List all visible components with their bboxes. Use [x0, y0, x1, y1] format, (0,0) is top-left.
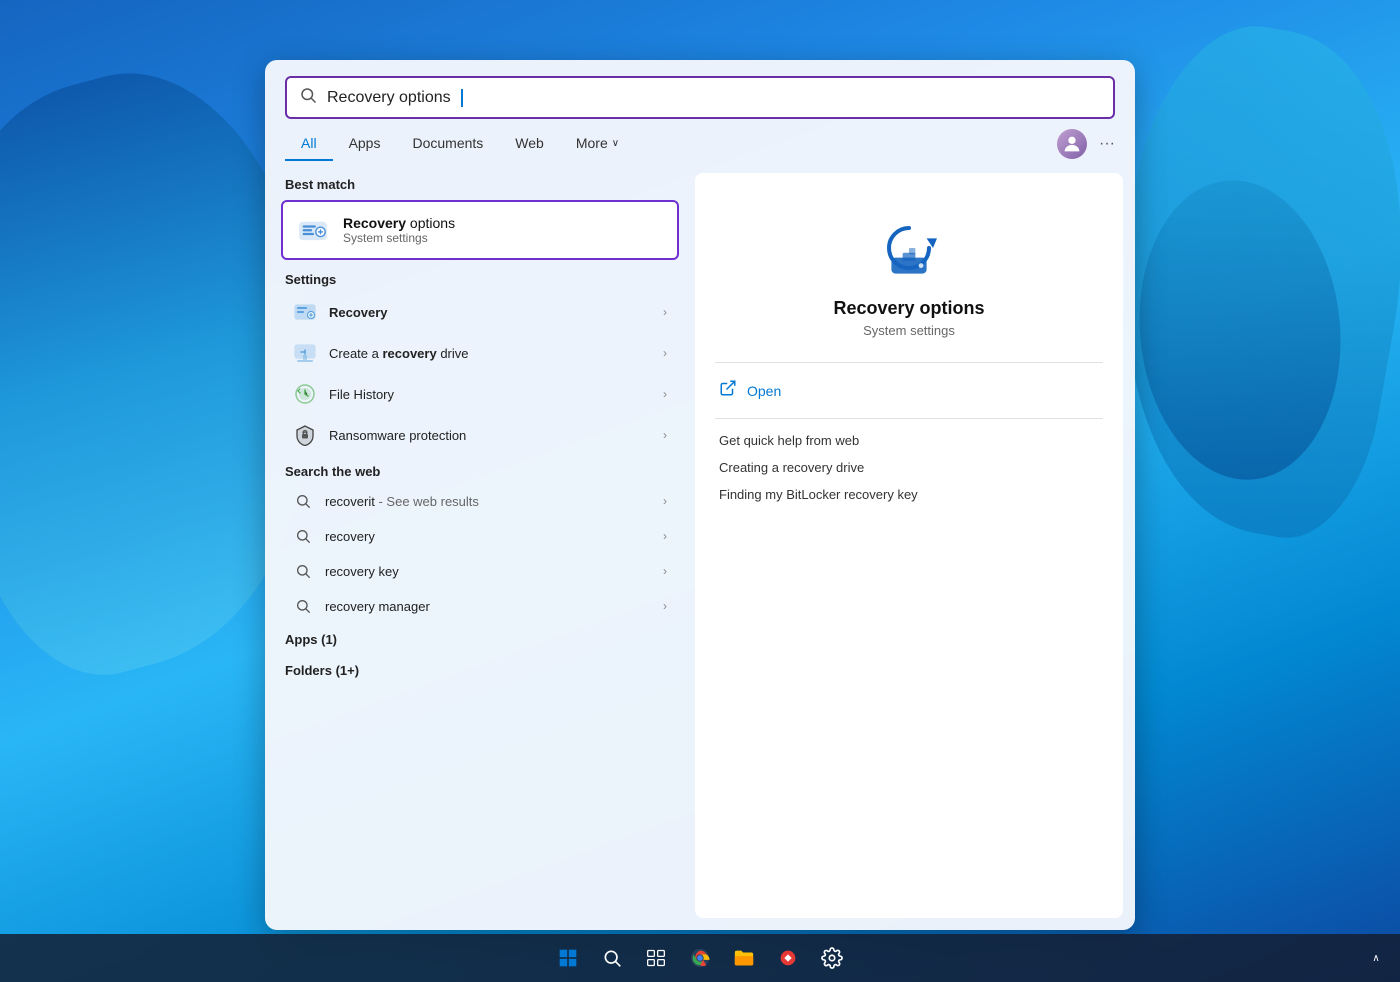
file-explorer-button[interactable]: [724, 938, 764, 978]
show-hidden-icons-button[interactable]: ∧: [1368, 950, 1384, 966]
chevron-right-icon-4: ›: [663, 428, 667, 442]
recovery-large-icon: [869, 213, 949, 288]
result-item-create-recovery[interactable]: Create a recovery drive ›: [281, 333, 679, 373]
right-panel: Recovery options System settings Open Ge…: [695, 173, 1123, 918]
web-search-icon-2: [293, 526, 313, 546]
web-text-recoverit: recoverit - See web results: [325, 494, 651, 509]
best-match-label: Best match: [275, 169, 685, 196]
web-search-icon-3: [293, 561, 313, 581]
tab-apps[interactable]: Apps: [333, 127, 397, 161]
chevron-right-icon-2: ›: [663, 346, 667, 360]
taskbar-right: ∧: [1368, 934, 1384, 982]
tab-more[interactable]: More ∨: [560, 127, 635, 161]
result-text-file-history: File History: [329, 387, 651, 402]
start-button[interactable]: [548, 938, 588, 978]
search-bar[interactable]: Recovery options: [285, 76, 1115, 119]
taskbar-search-button[interactable]: [592, 938, 632, 978]
chevron-right-web-3: ›: [663, 564, 667, 578]
settings-button[interactable]: [812, 938, 852, 978]
web-text-recovery: recovery: [325, 529, 651, 544]
web-item-recoverit[interactable]: recoverit - See web results ›: [281, 484, 679, 518]
result-text-create-recovery: Create a recovery drive: [329, 346, 651, 361]
cursor: [461, 89, 463, 107]
more-options-button[interactable]: ···: [1099, 135, 1115, 153]
web-text-recovery-manager: recovery manager: [325, 599, 651, 614]
rp-open-label: Open: [747, 383, 781, 399]
web-search-icon-4: [293, 596, 313, 616]
rp-divider-2: [715, 418, 1103, 419]
tab-documents[interactable]: Documents: [396, 127, 499, 161]
content-area: Best match Recovery options System: [265, 161, 1135, 930]
recovery-options-icon: [295, 212, 331, 248]
settings-section-label: Settings: [275, 264, 685, 291]
rp-divider: [715, 362, 1103, 363]
ransomware-icon: [293, 423, 317, 447]
file-history-icon: [293, 382, 317, 406]
taskbar: ∧: [0, 934, 1400, 982]
rp-open-action[interactable]: Open: [715, 371, 1103, 410]
chevron-right-web-1: ›: [663, 494, 667, 508]
tab-all[interactable]: All: [285, 127, 333, 161]
chevron-right-icon-3: ›: [663, 387, 667, 401]
web-item-recovery[interactable]: recovery ›: [281, 519, 679, 553]
result-item-recovery[interactable]: Recovery ›: [281, 292, 679, 332]
result-item-ransomware[interactable]: Ransomware protection ›: [281, 415, 679, 455]
chrome-button[interactable]: [680, 938, 720, 978]
web-item-recovery-key[interactable]: recovery key ›: [281, 554, 679, 588]
left-panel: Best match Recovery options System: [265, 169, 695, 922]
folders-section-label: Folders (1+): [275, 655, 685, 682]
rp-icon-area: [715, 193, 1103, 298]
search-input-value: Recovery options: [327, 89, 451, 107]
search-icon: [299, 86, 317, 109]
chevron-down-icon: ∨: [612, 138, 619, 149]
taskview-button[interactable]: [636, 938, 676, 978]
rp-link-bitlocker[interactable]: Finding my BitLocker recovery key: [715, 481, 1103, 508]
search-tabs: All Apps Documents Web More ∨ ···: [265, 119, 1135, 161]
rp-link-quick-help[interactable]: Get quick help from web: [715, 427, 1103, 454]
chevron-right-icon: ›: [663, 305, 667, 319]
external-link-icon: [719, 379, 737, 402]
avatar[interactable]: [1057, 129, 1087, 159]
result-item-file-history[interactable]: File History ›: [281, 374, 679, 414]
cast-button[interactable]: [768, 938, 808, 978]
tab-right: ···: [1057, 129, 1115, 159]
web-text-recovery-key: recovery key: [325, 564, 651, 579]
rp-title: Recovery options: [715, 298, 1103, 319]
chevron-right-web-2: ›: [663, 529, 667, 543]
best-match-item[interactable]: Recovery options System settings: [281, 200, 679, 260]
rp-link-creating-drive[interactable]: Creating a recovery drive: [715, 454, 1103, 481]
recovery-icon: [293, 300, 317, 324]
taskbar-items: [548, 938, 852, 978]
web-item-recovery-manager[interactable]: recovery manager ›: [281, 589, 679, 623]
result-text-ransomware: Ransomware protection: [329, 428, 651, 443]
tab-web[interactable]: Web: [499, 127, 560, 161]
rp-subtitle: System settings: [715, 323, 1103, 338]
best-match-text: Recovery options System settings: [343, 215, 455, 245]
apps-section-label: Apps (1): [275, 624, 685, 651]
create-recovery-icon: [293, 341, 317, 365]
result-text-recovery: Recovery: [329, 305, 651, 320]
web-search-icon: [293, 491, 313, 511]
start-menu: Recovery options All Apps Documents Web …: [265, 60, 1135, 930]
web-section-label: Search the web: [275, 456, 685, 483]
chevron-right-web-4: ›: [663, 599, 667, 613]
